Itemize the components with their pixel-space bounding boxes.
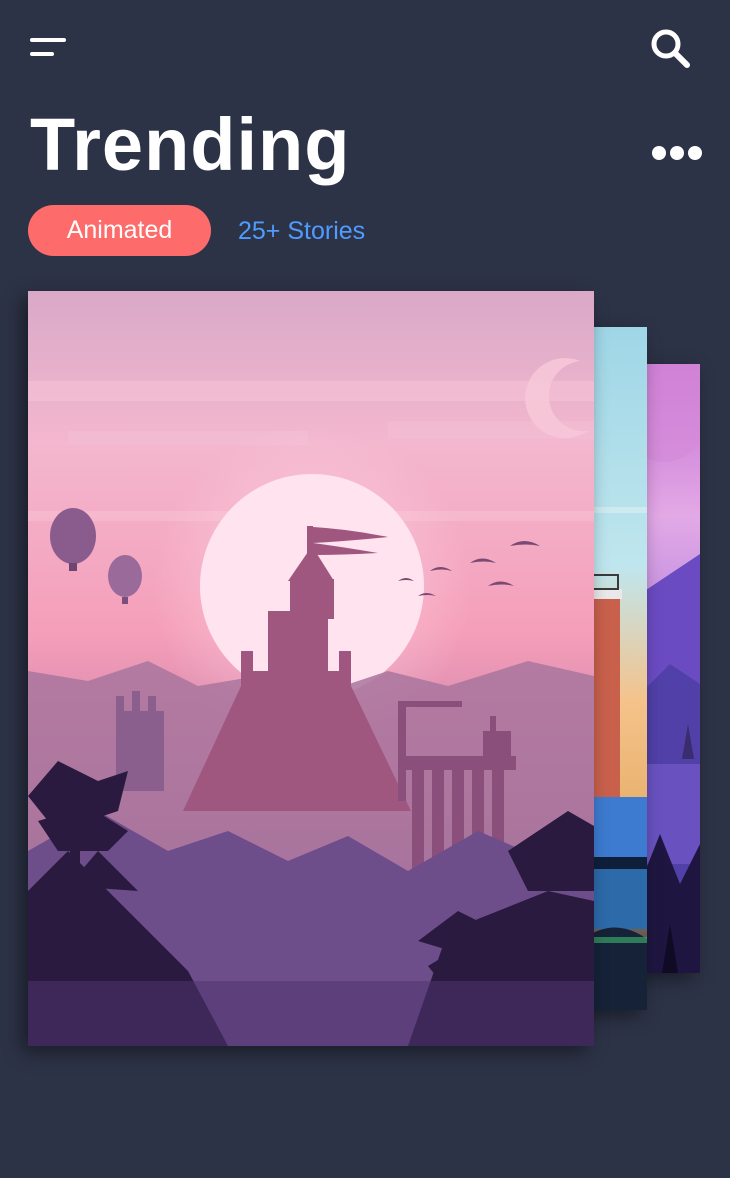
more-dot [688,146,702,160]
menu-icon-line [30,52,54,56]
menu-icon[interactable] [24,28,74,68]
menu-icon-line [30,38,66,42]
more-horizontal-icon[interactable] [646,136,708,172]
castle-sunset-illustration [28,291,594,1046]
story-card-purple-mountains[interactable] [640,364,700,973]
category-pill-animated[interactable]: Animated [28,205,211,256]
stories-count-link[interactable]: 25+ Stories [238,213,365,249]
more-dot [652,146,666,160]
page-title: Trending [30,103,351,186]
purple-mountains-illustration [640,364,700,973]
story-card-lighthouse[interactable] [586,327,647,1010]
story-card-castle-sunset[interactable] [28,291,594,1046]
more-dot [670,146,684,160]
lighthouse-illustration [586,327,647,1010]
search-icon[interactable] [646,24,696,74]
top-bar [0,0,730,100]
